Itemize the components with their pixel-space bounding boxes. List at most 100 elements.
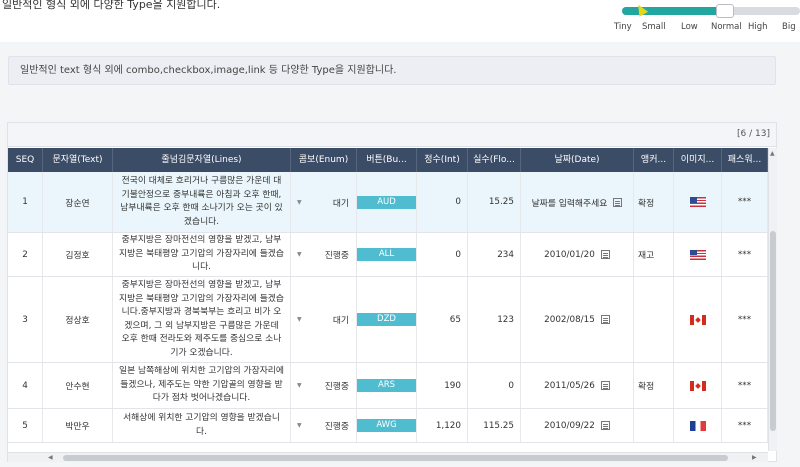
- column-header-password[interactable]: 패스워...: [722, 148, 768, 172]
- horizontal-scroll-thumb[interactable]: [63, 455, 728, 461]
- cell-button: ARS: [357, 363, 417, 408]
- cell-float[interactable]: 115.25: [468, 409, 521, 442]
- cell-float[interactable]: 15.25: [468, 172, 521, 232]
- currency-button[interactable]: DZD: [357, 313, 416, 326]
- row-count: [6 / 13]: [737, 129, 770, 139]
- grid-header-row: SEQ 문자열(Text) 줄넘김문자열(Lines) 콤보(Enum) 버튼(…: [8, 148, 768, 172]
- france-flag-icon: [689, 420, 706, 431]
- cell-lines[interactable]: 서해상에 위치한 고기압의 영향을 받겠습니다.: [113, 409, 291, 442]
- cell-text[interactable]: 박만우: [43, 409, 113, 442]
- cell-date[interactable]: 2002/08/15: [521, 277, 634, 362]
- chevron-down-icon[interactable]: ▼: [297, 382, 302, 389]
- cell-enum-combo[interactable]: ▼ 대기: [291, 277, 357, 362]
- vertical-scrollbar[interactable]: ▲: [768, 148, 777, 451]
- calendar-icon[interactable]: [600, 381, 610, 390]
- cell-text[interactable]: 장순연: [43, 172, 113, 232]
- cell-enum-combo[interactable]: ▼ 대기: [291, 172, 357, 232]
- cell-enum-combo[interactable]: ▼ 진행중: [291, 363, 357, 408]
- slider-label-low[interactable]: Low: [681, 22, 698, 32]
- cell-enum-combo[interactable]: ▼ 진행중: [291, 233, 357, 276]
- scroll-left-icon[interactable]: ◀: [48, 454, 53, 461]
- currency-button[interactable]: AWG: [357, 419, 416, 432]
- cell-anchor[interactable]: 확정: [634, 172, 674, 232]
- column-header-image[interactable]: 이미지...: [674, 148, 722, 172]
- cell-seq: 5: [8, 409, 43, 442]
- cell-anchor[interactable]: 확정: [634, 363, 674, 408]
- currency-button[interactable]: ARS: [357, 379, 416, 392]
- cell-lines[interactable]: 전국이 대체로 흐리거나 구름많은 가운데 대기불안정으로 중부내륙은 아침과 …: [113, 172, 291, 232]
- cell-lines[interactable]: 중부지방은 장마전선의 영향을 받겠고, 남부지방은 북태평양 고기압의 가장자…: [113, 277, 291, 362]
- currency-button[interactable]: ALL: [357, 248, 416, 261]
- table-row[interactable]: 3 정상호 중부지방은 장마전선의 영향을 받겠고, 남부지방은 북태평양 고기…: [8, 277, 768, 363]
- combo-value: 진행중: [324, 251, 349, 261]
- cell-text[interactable]: 김정호: [43, 233, 113, 276]
- cell-int[interactable]: 65: [417, 277, 468, 362]
- column-header-lines[interactable]: 줄넘김문자열(Lines): [113, 148, 291, 172]
- size-slider[interactable]: Tiny Small Low Normal High Big: [614, 2, 800, 40]
- currency-button[interactable]: AUD: [357, 195, 416, 209]
- cell-date[interactable]: 2010/01/20: [521, 233, 634, 276]
- cell-button: ALL: [357, 233, 417, 276]
- slider-label-big[interactable]: Big: [782, 22, 796, 32]
- horizontal-scrollbar[interactable]: ◀ ▶: [8, 452, 768, 462]
- cell-float[interactable]: 234: [468, 233, 521, 276]
- slider-label-tiny[interactable]: Tiny: [614, 22, 632, 32]
- cell-image: [674, 233, 722, 276]
- cell-int[interactable]: 0: [417, 172, 468, 232]
- cell-image: [674, 277, 722, 362]
- table-row[interactable]: 4 안수현 일본 남쪽해상에 위치한 고기압의 가장자리에 들겠으나, 제주도는…: [8, 363, 768, 409]
- chevron-down-icon[interactable]: ▼: [297, 316, 302, 323]
- calendar-icon[interactable]: [613, 197, 623, 207]
- cell-date[interactable]: 날짜를 입력해주세요: [521, 172, 634, 232]
- table-row[interactable]: 1 장순연 전국이 대체로 흐리거나 구름많은 가운데 대기불안정으로 중부내륙…: [8, 172, 768, 233]
- slider-label-high[interactable]: High: [748, 22, 768, 32]
- cell-date[interactable]: 2010/09/22: [521, 409, 634, 442]
- column-header-anchor[interactable]: 앵커...: [634, 148, 674, 172]
- scroll-up-icon[interactable]: ▲: [770, 150, 775, 157]
- cell-date[interactable]: 2011/05/26: [521, 363, 634, 408]
- column-header-date[interactable]: 날짜(Date): [521, 148, 634, 172]
- chevron-down-icon[interactable]: ▼: [297, 422, 302, 429]
- cell-int[interactable]: 0: [417, 233, 468, 276]
- cell-anchor[interactable]: [634, 277, 674, 362]
- chevron-down-icon[interactable]: ▼: [297, 251, 302, 258]
- cell-float[interactable]: 0: [468, 363, 521, 408]
- chevron-down-icon[interactable]: ▼: [297, 199, 302, 206]
- cell-lines[interactable]: 일본 남쪽해상에 위치한 고기압의 가장자리에 들겠으나, 제주도는 약한 기압…: [113, 363, 291, 408]
- vertical-scroll-thumb[interactable]: [770, 231, 776, 431]
- cell-int[interactable]: 1,120: [417, 409, 468, 442]
- calendar-icon[interactable]: [600, 315, 610, 324]
- cell-password: ***: [722, 409, 768, 442]
- cell-image: [674, 363, 722, 408]
- column-header-int[interactable]: 정수(Int): [417, 148, 468, 172]
- cell-text[interactable]: 정상호: [43, 277, 113, 362]
- cell-lines[interactable]: 중부지방은 장마전선의 영향을 받겠고, 남부지방은 북태평양 고기압의 가장자…: [113, 233, 291, 276]
- cell-anchor[interactable]: 재고: [634, 233, 674, 276]
- combo-value: 진행중: [324, 382, 349, 392]
- slider-thumb[interactable]: [716, 4, 734, 18]
- table-row[interactable]: 5 박만우 서해상에 위치한 고기압의 영향을 받겠습니다. ▼ 진행중 AWG…: [8, 409, 768, 443]
- date-value: 2002/08/15: [544, 314, 595, 325]
- column-header-float[interactable]: 실수(Flo...: [468, 148, 521, 172]
- cell-float[interactable]: 123: [468, 277, 521, 362]
- column-header-button[interactable]: 버튼(Bu...: [357, 148, 417, 172]
- combo-value: 진행중: [324, 422, 349, 432]
- cell-enum-combo[interactable]: ▼ 진행중: [291, 409, 357, 442]
- date-value: 2010/09/22: [544, 420, 595, 431]
- calendar-icon[interactable]: [600, 250, 610, 259]
- slider-label-normal[interactable]: Normal: [711, 22, 742, 32]
- scroll-right-icon[interactable]: ▶: [752, 454, 757, 461]
- cell-int[interactable]: 190: [417, 363, 468, 408]
- column-header-enum[interactable]: 콤보(Enum): [291, 148, 357, 172]
- cell-anchor[interactable]: [634, 409, 674, 442]
- cell-text[interactable]: 안수현: [43, 363, 113, 408]
- slider-label-small[interactable]: Small: [642, 22, 666, 32]
- cell-password: ***: [722, 363, 768, 408]
- calendar-icon[interactable]: [600, 421, 610, 430]
- cell-password: ***: [722, 277, 768, 362]
- column-header-text[interactable]: 문자열(Text): [43, 148, 113, 172]
- table-row[interactable]: 2 김정호 중부지방은 장마전선의 영향을 받겠고, 남부지방은 북태평양 고기…: [8, 233, 768, 277]
- cell-seq: 2: [8, 233, 43, 276]
- column-header-seq[interactable]: SEQ: [8, 148, 43, 172]
- grid-count-bar: [6 / 13]: [8, 123, 776, 147]
